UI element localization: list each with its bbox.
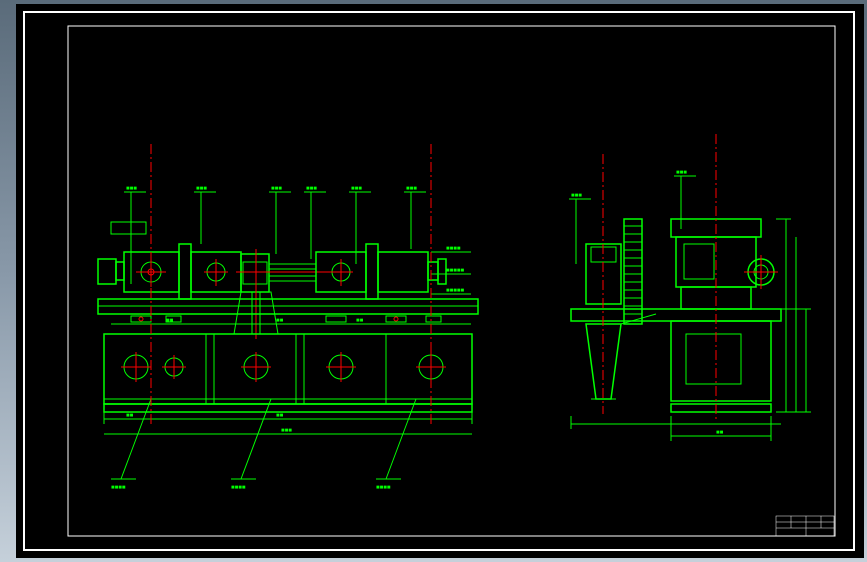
callout-label: ■■■■ (111, 485, 126, 491)
svg-text:■■: ■■ (276, 318, 284, 324)
front-view: ■■■ ■■■ ■■■ ■■■ ■■■ ■■■ (98, 144, 478, 491)
svg-text:■■: ■■ (356, 318, 364, 324)
callout-label: ■■■■ (376, 485, 391, 491)
callout-label: ■■■ (676, 170, 687, 176)
callout-label: ■■■ (571, 193, 582, 199)
callout-label: ■■■ (126, 186, 137, 192)
dim-label: ■■■■ (446, 246, 461, 252)
cad-drawing-svg: ■■■ ■■■ ■■■ ■■■ ■■■ ■■■ (16, 4, 864, 558)
callout-label: ■■■ (306, 186, 317, 192)
side-view: ■■■ ■■■ (569, 134, 811, 441)
callout-label: ■■■ (271, 186, 282, 192)
cad-viewport[interactable]: ■■■ ■■■ ■■■ ■■■ ■■■ ■■■ (16, 4, 864, 558)
callout-label: ■■■ (196, 186, 207, 192)
svg-text:■■: ■■ (126, 413, 134, 419)
svg-text:■■: ■■ (276, 413, 284, 419)
outer-frame (24, 12, 854, 550)
svg-text:■■: ■■ (166, 318, 174, 324)
dim-label: ■■■■■ (446, 268, 464, 274)
drawing-canvas[interactable]: ■■■ ■■■ ■■■ ■■■ ■■■ ■■■ (16, 4, 864, 558)
svg-text:■■■: ■■■ (281, 428, 292, 434)
inner-frame (68, 26, 835, 536)
title-block (776, 516, 834, 536)
dim-label: ■■■■■ (446, 288, 464, 294)
svg-text:■■: ■■ (716, 430, 724, 436)
callout-label: ■■■ (351, 186, 362, 192)
callout-label: ■■■■ (231, 485, 246, 491)
callout-label: ■■■ (406, 186, 417, 192)
